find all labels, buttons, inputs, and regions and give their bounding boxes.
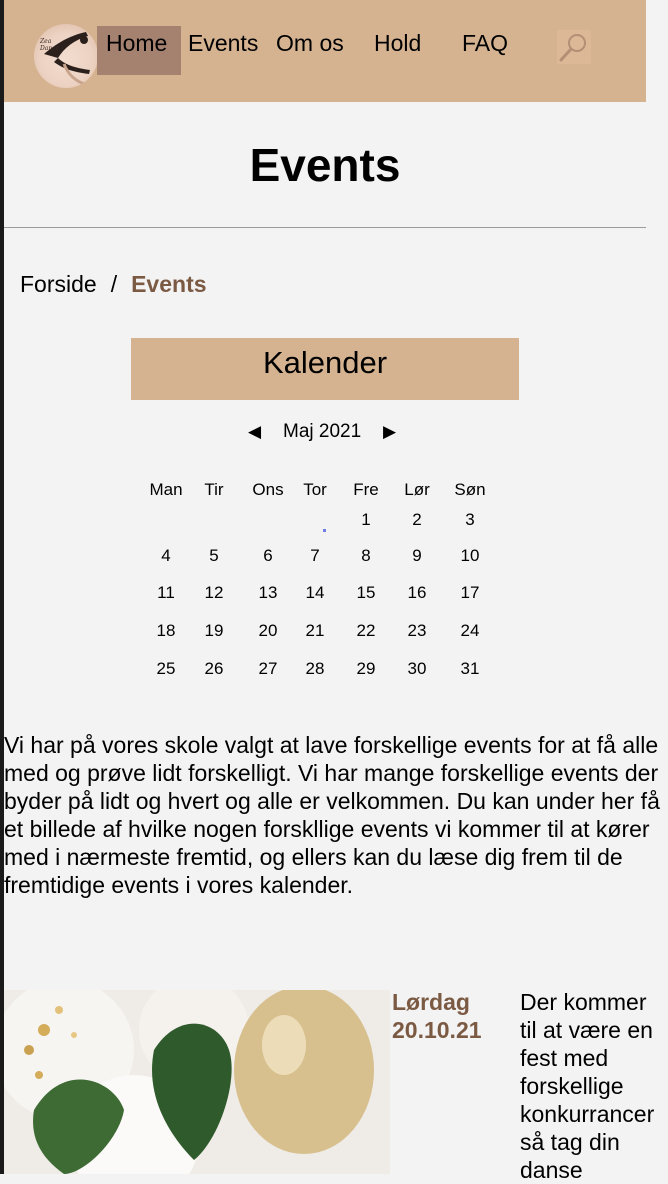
calendar-day[interactable]: 12 xyxy=(192,583,236,603)
breadcrumb-separator: / xyxy=(110,271,118,297)
nav-om-os[interactable]: Om os xyxy=(276,30,344,56)
calendar-day[interactable]: 31 xyxy=(448,659,492,679)
calendar-day[interactable]: 26 xyxy=(192,659,236,679)
search-icon[interactable] xyxy=(557,30,591,64)
calendar-day[interactable]: 11 xyxy=(144,583,188,603)
calendar-title: Kalender xyxy=(131,338,519,400)
divider xyxy=(4,227,646,228)
today-marker xyxy=(323,529,326,532)
logo[interactable]: Zea Dance xyxy=(34,24,98,88)
breadcrumb-current: Events xyxy=(131,271,207,297)
nav-home[interactable]: Home xyxy=(106,30,167,56)
dancer-silhouette-icon xyxy=(44,32,90,86)
calendar-day[interactable]: 4 xyxy=(144,546,188,566)
calendar-day[interactable]: 16 xyxy=(395,583,439,603)
calendar-day[interactable]: 7 xyxy=(293,546,337,566)
event-day: Lørdag xyxy=(392,989,470,1015)
calendar-day-name: Tir xyxy=(204,480,224,499)
breadcrumb-home[interactable]: Forside xyxy=(20,271,97,297)
calendar-prev-button[interactable]: ◀ xyxy=(248,420,261,444)
calendar-day[interactable]: 18 xyxy=(144,621,188,641)
calendar-day-name: Fre xyxy=(353,480,379,499)
nav-faq[interactable]: FAQ xyxy=(462,30,508,56)
calendar-day[interactable]: 29 xyxy=(344,659,388,679)
calendar-day-name: Tor xyxy=(303,480,327,499)
nav-events[interactable]: Events xyxy=(188,30,258,56)
calendar-day[interactable]: 27 xyxy=(246,659,290,679)
calendar-day-name: Man xyxy=(149,480,183,499)
calendar-day[interactable]: 13 xyxy=(246,583,290,603)
event-description: Der kommer til at være en fest med forsk… xyxy=(520,989,655,1183)
calendar-day[interactable]: 8 xyxy=(344,546,388,566)
breadcrumb: Forside / Events xyxy=(20,270,207,298)
calendar-day[interactable]: 15 xyxy=(344,583,388,603)
calendar-day[interactable]: 6 xyxy=(246,546,290,566)
calendar-day[interactable]: 28 xyxy=(293,659,337,679)
calendar-day[interactable]: 30 xyxy=(395,659,439,679)
event-date-value: 20.10.21 xyxy=(392,1017,482,1043)
calendar-day[interactable]: 1 xyxy=(344,510,388,530)
nav-hold[interactable]: Hold xyxy=(374,30,421,56)
calendar-day[interactable]: 17 xyxy=(448,583,492,603)
calendar-day[interactable]: 24 xyxy=(448,621,492,641)
intro-text: Vi har på vores skole valgt at lave fors… xyxy=(4,732,660,898)
balloons-image xyxy=(4,990,390,1174)
page-title: Events xyxy=(249,139,401,191)
event-image xyxy=(4,990,390,1174)
calendar-day[interactable]: 23 xyxy=(395,621,439,641)
calendar-day[interactable]: 20 xyxy=(246,621,290,641)
calendar-day-name: Lør xyxy=(404,480,430,499)
calendar-next-button[interactable]: ▶ xyxy=(383,420,396,444)
calendar-day[interactable]: 14 xyxy=(293,583,337,603)
calendar-day[interactable]: 10 xyxy=(448,546,492,566)
calendar-day-name: Søn xyxy=(454,480,486,499)
calendar-day[interactable]: 19 xyxy=(192,621,236,641)
event-date: Lørdag 20.10.21 xyxy=(392,988,512,1044)
logo-text: Zea Dance xyxy=(40,38,60,52)
calendar-day[interactable]: 22 xyxy=(344,621,388,641)
calendar-day[interactable]: 25 xyxy=(144,659,188,679)
site-header: Zea Dance Home Events Om os Hold FAQ xyxy=(4,0,646,102)
calendar-day[interactable]: 3 xyxy=(448,510,492,530)
calendar-day-name: Ons xyxy=(252,480,284,499)
calendar-day[interactable]: 5 xyxy=(192,546,236,566)
calendar-day[interactable]: 2 xyxy=(395,510,439,530)
calendar-day[interactable]: 21 xyxy=(293,621,337,641)
calendar-month-label: Maj 2021 xyxy=(283,421,362,442)
calendar-day[interactable]: 9 xyxy=(395,546,439,566)
